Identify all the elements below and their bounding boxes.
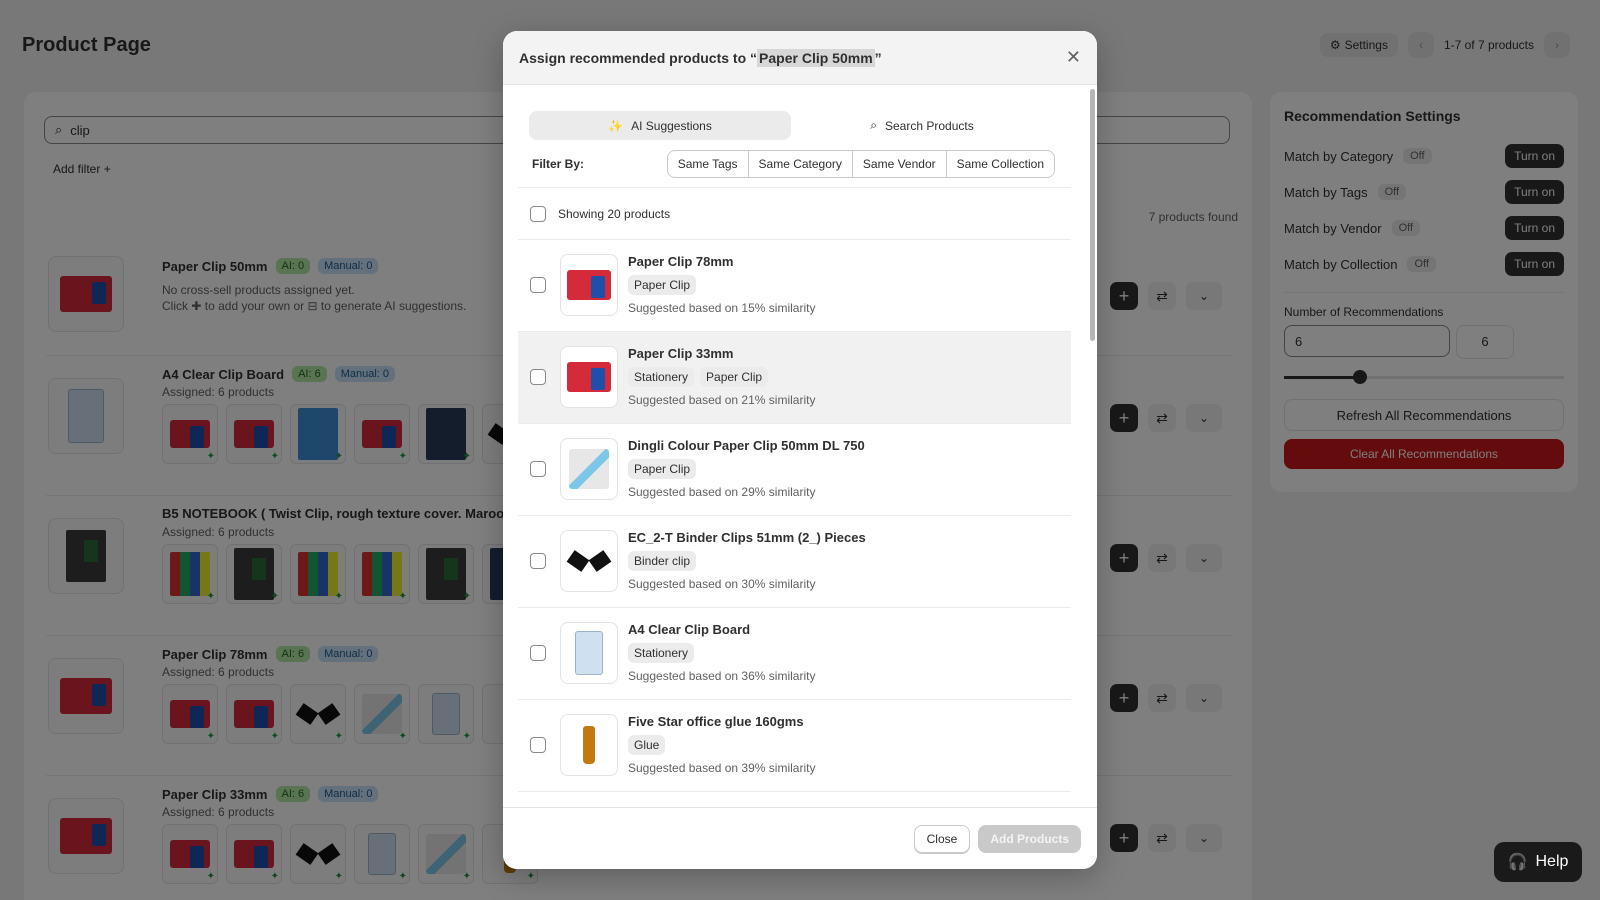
tab-label: Search Products [885,118,974,133]
filter-same-tags[interactable]: Same Tags [668,150,749,177]
item-thumbnail [560,622,618,684]
item-thumbnail [560,254,618,316]
modal-title: Assign recommended products to “Paper Cl… [519,48,882,67]
product-image [575,631,603,675]
list-item[interactable]: EC_2-T Binder Clips 51mm (2_) Pieces Bin… [518,516,1071,608]
modal-header: Assign recommended products to “Paper Cl… [503,31,1097,85]
modal-body: ✨ AI Suggestions ⌕ Search Products Filte… [503,85,1097,807]
assign-products-modal: Assign recommended products to “Paper Cl… [503,31,1097,869]
product-image [569,548,609,574]
product-image [583,726,595,764]
filter-label: Filter By: [532,156,585,171]
item-similarity: Suggested based on 39% similarity [628,761,816,775]
tab-search-products[interactable]: ⌕ Search Products [791,111,1053,140]
item-name: Paper Clip 33mm [628,346,734,361]
item-tags: Paper Clip [628,275,815,295]
tag: Stationery [628,367,695,387]
item-name: EC_2-T Binder Clips 51mm (2_) Pieces [628,530,866,545]
close-button[interactable]: Close [913,824,971,853]
search-icon: ⌕ [870,118,877,132]
item-similarity: Suggested based on 15% similarity [628,301,816,315]
item-name: Five Star office glue 160gms [628,714,804,729]
modal-footer: Close Add Products [503,807,1097,869]
tab-ai-suggestions[interactable]: ✨ AI Suggestions [529,111,791,140]
item-info: Dingli Colour Paper Clip 50mm DL 750 Pap… [628,438,865,499]
item-tags: Paper Clip [628,459,865,479]
list-item[interactable]: Paper Clip 33mm Stationery Paper Clip Sug… [518,332,1071,424]
tag: Paper Clip [628,459,697,479]
select-all-checkbox[interactable] [530,205,546,222]
item-info: EC_2-T Binder Clips 51mm (2_) Pieces Bin… [628,530,866,591]
item-thumbnail [560,714,618,776]
list-item[interactable]: A4 Clear Clip Board Stationery Suggested… [518,608,1071,700]
list-item[interactable]: Dingli Colour Paper Clip 50mm DL 750 Pap… [518,424,1071,516]
item-tags: Stationery [628,643,815,663]
item-checkbox[interactable] [530,369,546,385]
filter-same-category[interactable]: Same Category [749,150,853,177]
list-item[interactable]: Five Star office glue 160gms Glue Sugges… [518,700,1071,792]
item-similarity: Suggested based on 21% similarity [628,393,816,407]
filter-same-vendor[interactable]: Same Vendor [853,150,947,177]
item-info: Five Star office glue 160gms Glue Sugges… [628,714,815,775]
item-name: Paper Clip 78mm [628,254,734,269]
tab-label: AI Suggestions [631,118,712,133]
item-checkbox[interactable] [530,645,546,661]
modal-tabs: ✨ AI Suggestions ⌕ Search Products [518,111,1071,140]
item-thumbnail [560,530,618,592]
add-products-button[interactable]: Add Products [978,824,1081,853]
item-info: Paper Clip 33mm Stationery Paper Clip Sug… [628,346,815,407]
sparkle-icon: ✨ [608,118,624,133]
list-item[interactable]: Paper Clip 78mm Paper Clip Suggested bas… [518,240,1071,332]
filter-segment: Same Tags Same Category Same Vendor Same… [666,149,1055,178]
tag: Stationery [628,643,695,663]
product-image [567,362,611,392]
item-thumbnail [560,438,618,500]
title-suffix: ” [874,49,882,66]
item-similarity: Suggested based on 30% similarity [628,577,816,591]
title-product: Paper Clip 50mm [757,48,875,67]
tag: Paper Clip [628,275,697,295]
item-checkbox[interactable] [530,553,546,569]
tag: Binder clip [628,551,697,571]
product-image [567,270,611,300]
item-tags: Stationery Paper Clip [628,367,815,387]
filter-same-collection[interactable]: Same Collection [947,151,1054,177]
item-checkbox[interactable] [530,461,546,477]
item-thumbnail [560,346,618,408]
item-similarity: Suggested based on 36% similarity [628,669,816,683]
tag: Glue [628,735,666,755]
item-name: Dingli Colour Paper Clip 50mm DL 750 [628,438,865,453]
item-info: A4 Clear Clip Board Stationery Suggested… [628,622,815,683]
item-name: A4 Clear Clip Board [628,622,751,637]
tag: Paper Clip [700,367,769,387]
filter-row: Filter By: Same Tags Same Category Same … [518,140,1071,188]
item-checkbox[interactable] [530,737,546,753]
item-info: Paper Clip 78mm Paper Clip Suggested bas… [628,254,815,315]
item-checkbox[interactable] [530,277,546,293]
title-prefix: Assign recommended products to “ [519,49,758,66]
showing-count: Showing 20 products [558,206,671,221]
item-tags: Glue [628,735,815,755]
item-similarity: Suggested based on 29% similarity [628,485,816,499]
item-tags: Binder clip [628,551,866,571]
close-icon[interactable]: ✕ [1066,47,1081,68]
help-button[interactable]: 🎧 Help [1494,842,1582,882]
help-label: Help [1535,853,1569,870]
headset-icon: 🎧 [1507,854,1528,871]
select-all-row: Showing 20 products [518,188,1071,240]
product-image [569,449,609,489]
